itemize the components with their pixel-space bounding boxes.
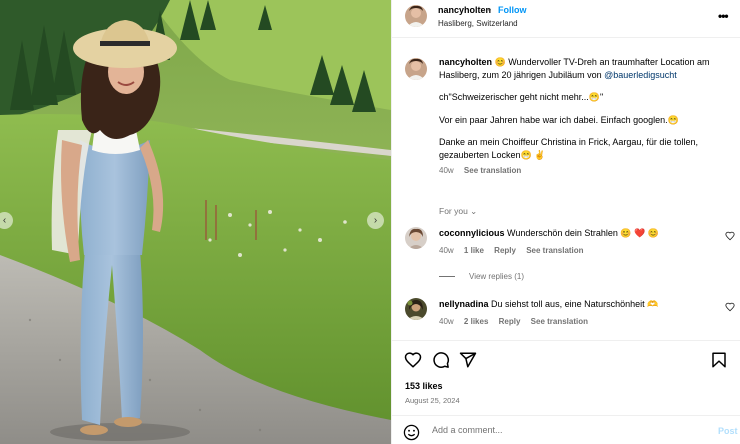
caption-paragraph-4: Danke an mein Choiffeur Christina in Fri… (439, 137, 698, 160)
author-avatar[interactable] (405, 5, 427, 27)
comment-text: Wunderschön dein Strahlen 😊 ❤️ 😊 (507, 228, 660, 238)
comment-timestamp: 40w (439, 317, 454, 326)
comment-like-heart-icon[interactable] (725, 302, 735, 312)
caption-see-translation-link[interactable]: See translation (464, 166, 521, 175)
comment-timestamp: 40w (439, 246, 454, 255)
for-you-filter[interactable]: For you ⌄ (439, 206, 477, 217)
heart-icon[interactable] (404, 351, 422, 369)
comment-see-translation-link[interactable]: See translation (526, 246, 583, 255)
comment-item: coconnylicious Wunderschön dein Strahlen… (405, 227, 735, 257)
chevron-right-icon: › (373, 214, 378, 226)
add-comment-bar: Post (392, 415, 740, 444)
chevron-left-icon: ‹ (2, 214, 7, 226)
comment-icon[interactable] (432, 351, 450, 369)
photo-scene (0, 0, 391, 444)
post-date: August 25, 2024 (405, 396, 460, 405)
comment-reply-button[interactable]: Reply (494, 246, 516, 255)
caption-paragraph-3: Vor ein paar Jahren habe war ich dabei. … (439, 114, 679, 125)
comment-likes-count[interactable]: 2 likes (464, 317, 488, 326)
caption-paragraph-2: ch"Schweizerischer geht nicht mehr...😁" (439, 92, 604, 102)
comment-likes-count[interactable]: 1 like (464, 246, 484, 255)
comment-text: Du siehst toll aus, eine Naturschönheit … (491, 299, 659, 309)
carousel-next-button[interactable]: › (367, 212, 384, 229)
caption-timestamp: 40w (439, 166, 454, 175)
separator-dot: • (488, 5, 492, 15)
view-replies-label: View replies (1) (469, 272, 524, 281)
post-side-panel: nancyholten • Follow Hasliberg, Switzerl… (391, 0, 740, 444)
comment-item: nellynadina Du siehst toll aus, eine Nat… (405, 298, 735, 328)
caption-meta: 40w See translation (439, 165, 735, 178)
caption-mention-link[interactable]: @bauerledigsucht (604, 70, 677, 80)
caption-avatar[interactable] (405, 58, 427, 80)
comment-meta: 40w 1 like Reply See translation (439, 245, 735, 257)
comment-meta: 40w 2 likes Reply See translation (439, 316, 735, 328)
post-caption: nancyholten 😊 Wundervoller TV-Dreh an tr… (405, 56, 735, 178)
share-icon[interactable] (459, 351, 477, 369)
comment-see-translation-link[interactable]: See translation (531, 317, 588, 326)
comment-username[interactable]: coconnylicious (439, 228, 505, 238)
post-likes-count[interactable]: 153 likes (405, 381, 443, 391)
comment-like-heart-icon[interactable] (725, 231, 735, 241)
post-comment-button[interactable]: Post (718, 426, 738, 436)
post-photo[interactable]: ‹ › (0, 0, 391, 444)
add-comment-input[interactable] (432, 425, 692, 435)
author-username[interactable]: nancyholten (438, 5, 491, 15)
post-actions-bar: 153 likes August 25, 2024 (392, 340, 740, 415)
replies-divider-line (439, 276, 455, 277)
bookmark-icon[interactable] (710, 351, 728, 369)
view-replies-button[interactable]: View replies (1) (439, 272, 524, 281)
post-location[interactable]: Hasliberg, Switzerland (438, 19, 518, 28)
more-options-button[interactable]: ••• (718, 9, 729, 23)
comment-username[interactable]: nellynadina (439, 299, 489, 309)
smiley-icon[interactable] (403, 424, 420, 441)
comment-avatar[interactable] (405, 227, 427, 249)
caption-username[interactable]: nancyholten (439, 57, 492, 67)
instagram-post-view: ‹ › nancyholten • Follow Hasliberg, Swit… (0, 0, 740, 444)
follow-button[interactable]: Follow (498, 5, 527, 15)
comment-reply-button[interactable]: Reply (499, 317, 521, 326)
more-horizontal-icon: ••• (718, 9, 729, 23)
comment-avatar[interactable] (405, 298, 427, 320)
post-header: nancyholten • Follow Hasliberg, Switzerl… (392, 0, 740, 38)
